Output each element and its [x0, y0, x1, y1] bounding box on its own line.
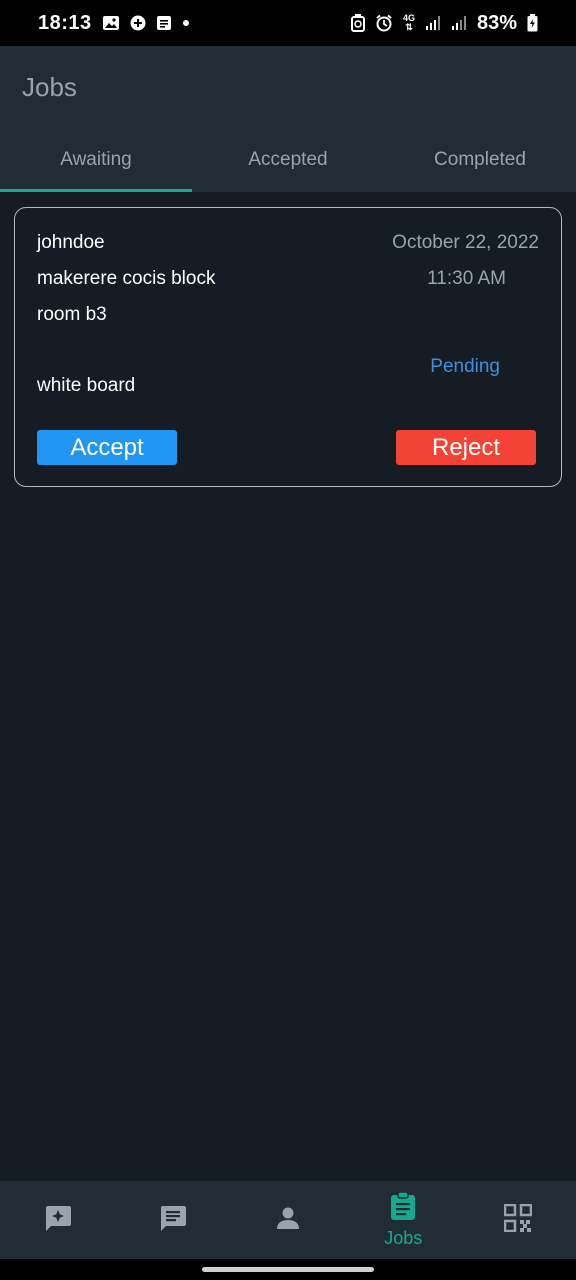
nav-item-ai-chat[interactable]	[0, 1181, 115, 1259]
job-date: October 22, 2022	[392, 232, 539, 253]
nav-item-profile[interactable]	[230, 1181, 345, 1259]
reject-button[interactable]: Reject	[396, 430, 536, 465]
app-header: Jobs Awaiting Accepted Completed	[0, 46, 576, 192]
signal-icon-2	[451, 15, 467, 31]
person-icon	[273, 1203, 303, 1238]
battery-charging-icon	[527, 14, 538, 32]
bottom-nav: Jobs	[0, 1181, 576, 1259]
nav-item-qr[interactable]	[461, 1181, 576, 1259]
home-gesture-bar[interactable]	[202, 1267, 374, 1272]
battery-saver-icon	[350, 14, 365, 32]
job-username: johndoe	[37, 232, 105, 253]
tab-awaiting[interactable]: Awaiting	[0, 128, 192, 192]
tab-accepted[interactable]: Accepted	[192, 128, 384, 192]
tab-completed[interactable]: Completed	[384, 128, 576, 192]
alarm-icon	[375, 14, 393, 32]
page-title: Jobs	[22, 72, 77, 102]
notes-icon	[156, 15, 172, 31]
job-status: Pending	[430, 356, 500, 377]
job-item: white board	[37, 375, 136, 396]
accept-button[interactable]: Accept	[37, 430, 177, 465]
clipboard-icon	[389, 1191, 417, 1226]
qr-code-icon	[504, 1203, 533, 1237]
nav-item-messages[interactable]	[115, 1181, 230, 1259]
status-time: 18:13	[38, 11, 92, 34]
status-right: 4G ⇅ 83%	[350, 11, 538, 35]
status-left: 18:13	[38, 12, 190, 35]
network-type-icon: 4G ⇅	[402, 13, 415, 32]
battery-percentage: 83%	[476, 11, 517, 34]
sparkle-chat-icon	[43, 1203, 73, 1238]
job-room: room b3	[37, 304, 107, 325]
status-bar: 18:13 4G ⇅ 83%	[0, 0, 576, 46]
nav-label-jobs: Jobs	[384, 1228, 423, 1248]
job-time: 11:30 AM	[427, 268, 506, 289]
gallery-icon	[102, 15, 120, 31]
game-icon	[130, 15, 146, 31]
message-icon	[158, 1203, 188, 1238]
signal-icon-1	[425, 15, 441, 31]
job-card: johndoe October 22, 2022 makerere cocis …	[14, 207, 562, 487]
dot-icon	[182, 19, 190, 27]
nav-item-jobs[interactable]: Jobs	[346, 1181, 461, 1259]
job-location: makerere cocis block	[37, 268, 216, 289]
gesture-area	[0, 1259, 576, 1280]
tab-bar: Awaiting Accepted Completed	[0, 128, 576, 192]
